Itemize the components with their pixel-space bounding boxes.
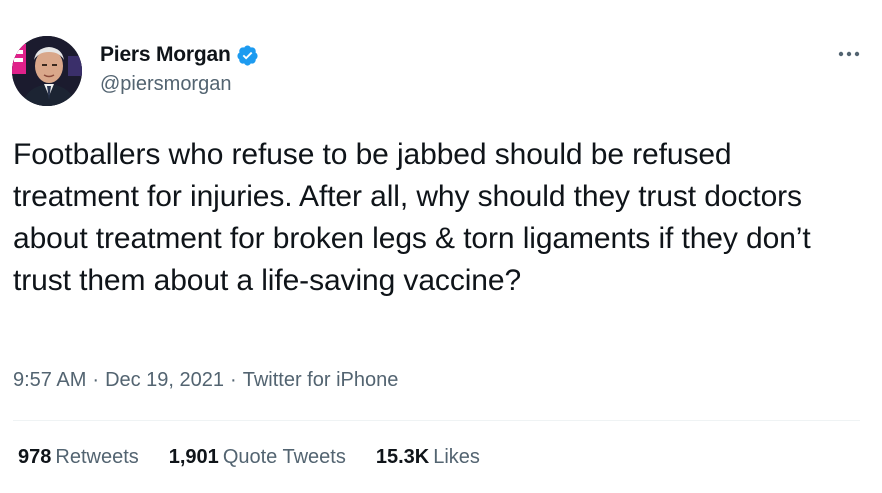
retweets-stat[interactable]: 978 Retweets: [18, 446, 139, 469]
verified-badge-icon: [236, 44, 259, 67]
tweet-meta: 9:57 AM · Dec 19, 2021 · Twitter for iPhone: [13, 369, 398, 392]
author-handle[interactable]: @piersmorgan: [100, 73, 259, 96]
tweet-time[interactable]: 9:57 AM: [13, 369, 86, 391]
tweet-text: Footballers who refuse to be jabbed shou…: [13, 138, 811, 297]
author-block: Piers Morgan @piersmorgan: [100, 41, 259, 96]
likes-stat[interactable]: 15.3K Likes: [376, 446, 480, 469]
likes-count: 15.3K: [375, 446, 430, 468]
more-horizontal-icon[interactable]: [836, 44, 862, 64]
retweets-count: 978: [18, 446, 52, 468]
quote-tweets-count: 1,901: [168, 446, 219, 468]
retweets-label: Retweets: [55, 446, 139, 468]
avatar[interactable]: [12, 36, 82, 106]
author-name[interactable]: Piers Morgan: [100, 43, 231, 67]
tweet-source[interactable]: Twitter for iPhone: [243, 369, 399, 391]
meta-separator: ·: [230, 369, 237, 391]
quote-tweets-label: Quote Tweets: [222, 446, 346, 468]
divider: [13, 420, 860, 421]
tweet-card: Piers Morgan @piersmorgan Footballers wh…: [0, 0, 882, 493]
name-row: Piers Morgan: [100, 41, 259, 69]
tweet-date[interactable]: Dec 19, 2021: [105, 369, 224, 391]
likes-label: Likes: [433, 446, 480, 468]
meta-separator: ·: [92, 369, 100, 391]
tweet-stats: 978 Retweets 1,901 Quote Tweets 15.3K Likes: [18, 446, 510, 469]
avatar-image: [12, 36, 82, 106]
quote-tweets-stat[interactable]: 1,901 Quote Tweets: [169, 446, 346, 469]
